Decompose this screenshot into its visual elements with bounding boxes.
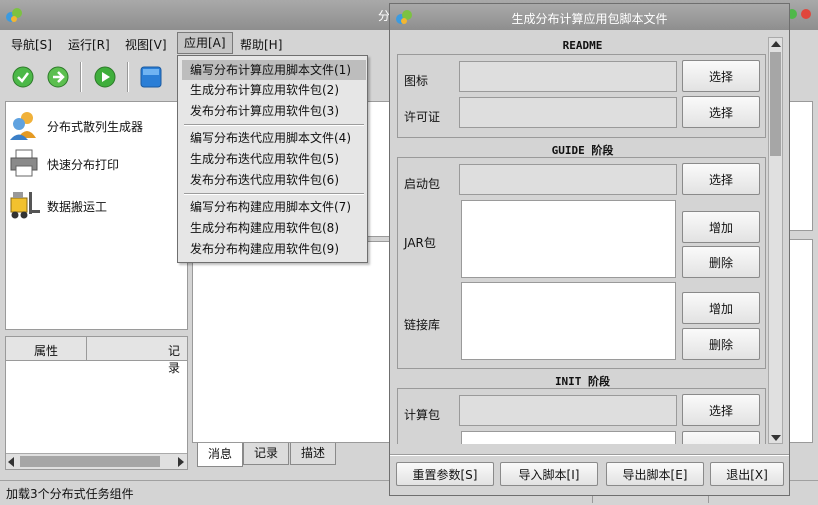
play-icon[interactable] (94, 66, 116, 88)
properties-table: 属性 记录 (5, 336, 188, 470)
tab-records[interactable]: 记录 (243, 443, 289, 465)
menu-separator (184, 193, 364, 195)
menu-run[interactable]: 运行[R] (68, 36, 110, 53)
boot-field[interactable] (459, 164, 677, 195)
init-panel: 计算包 选择 (397, 388, 766, 444)
menu-item-write-iter-script[interactable]: 编写分布迭代应用脚本文件(4) (182, 128, 366, 148)
column-header-record[interactable]: 记录 (168, 342, 187, 376)
close-icon[interactable] (801, 9, 811, 19)
script-dialog: 生成分布计算应用包脚本文件 README 图标 选择 许可证 选择 GUIDE … (389, 3, 790, 496)
lib-delete-button[interactable]: 删除 (682, 328, 760, 360)
app-logo-icon (6, 7, 22, 23)
menu-item-build-calc-package[interactable]: 生成分布计算应用软件包(2) (182, 80, 366, 100)
menu-separator (184, 124, 364, 126)
column-header-property[interactable]: 属性 (34, 342, 58, 359)
readme-panel: 图标 选择 许可证 选择 (397, 54, 766, 138)
license-select-button[interactable]: 选择 (682, 96, 760, 128)
menu-item-build-build-package[interactable]: 生成分布构建应用软件包(8) (182, 218, 366, 238)
boot-label: 启动包 (404, 177, 441, 191)
dialog-title-bar[interactable]: 生成分布计算应用包脚本文件 (390, 4, 789, 30)
import-script-button[interactable]: 导入脚本[I] (500, 462, 598, 486)
users-icon (9, 110, 39, 140)
menu-help[interactable]: 帮助[H] (240, 36, 282, 53)
table-header: 属性 记录 (6, 337, 187, 375)
menu-navigate[interactable]: 导航[S] (11, 36, 52, 53)
menu-item-write-build-script[interactable]: 编写分布构建应用脚本文件(7) (182, 197, 366, 217)
jar-label: JAR包 (404, 236, 436, 250)
lib-list[interactable] (461, 282, 676, 360)
dialog-title: 生成分布计算应用包脚本文件 (511, 12, 668, 26)
scroll-down-icon[interactable] (771, 435, 781, 441)
toolbar-separator (80, 62, 82, 92)
calc-label: 计算包 (404, 408, 441, 422)
status-text: 加载3个分布式任务组件 (6, 487, 134, 501)
forward-icon[interactable] (47, 66, 69, 88)
jar-list[interactable] (461, 200, 676, 278)
tree-item-label: 数据搬运工 (47, 200, 108, 214)
menu-item-publish-build-package[interactable]: 发布分布构建应用软件包(9) (182, 239, 366, 259)
check-icon[interactable] (12, 66, 34, 88)
forklift-icon (9, 188, 41, 220)
jar-delete-button[interactable]: 删除 (682, 246, 760, 278)
menu-item-build-iter-package[interactable]: 生成分布迭代应用软件包(5) (182, 149, 366, 169)
calc-select-button[interactable]: 选择 (682, 394, 760, 426)
horizontal-scrollbar[interactable] (6, 453, 187, 469)
init-list[interactable] (461, 431, 676, 444)
icon-label: 图标 (404, 74, 429, 88)
menu-item-publish-calc-package[interactable]: 发布分布计算应用软件包(3) (182, 101, 366, 121)
tree-item[interactable]: 快速分布打印 (9, 146, 184, 178)
right-panel-bottom (788, 239, 813, 443)
scroll-thumb[interactable] (20, 456, 160, 467)
tab-description[interactable]: 描述 (290, 443, 336, 465)
menu-view[interactable]: 视图[V] (125, 36, 167, 53)
menu-item-write-calc-script[interactable]: 编写分布计算应用脚本文件(1) (182, 60, 366, 80)
message-area (192, 241, 390, 443)
lib-add-button[interactable]: 增加 (682, 292, 760, 324)
license-label: 许可证 (404, 110, 441, 124)
init-list-button[interactable] (682, 431, 760, 444)
component-tree: 分布式散列生成器 快速分布打印 数据搬运工 (5, 101, 188, 330)
printer-icon (9, 148, 39, 178)
guide-header: GUIDE 阶段 (551, 144, 614, 157)
tree-item[interactable]: 数据搬运工 (9, 186, 184, 220)
dialog-vertical-scrollbar[interactable] (768, 37, 783, 444)
tab-messages[interactable]: 消息 (197, 443, 243, 467)
init-header: INIT 阶段 (554, 375, 611, 388)
reset-params-button[interactable]: 重置参数[S] (396, 462, 494, 486)
icon-field[interactable] (459, 61, 677, 92)
readme-header: README (562, 39, 603, 52)
tree-item-label: 快速分布打印 (47, 158, 120, 172)
icon-select-button[interactable]: 选择 (682, 60, 760, 92)
dialog-button-divider (390, 454, 789, 456)
guide-panel: 启动包 选择 JAR包 增加 删除 链接库 增加 删除 (397, 157, 766, 369)
window-icon[interactable] (140, 66, 162, 88)
boot-select-button[interactable]: 选择 (682, 163, 760, 195)
exit-button[interactable]: 退出[X] (710, 462, 784, 486)
menu-item-publish-iter-package[interactable]: 发布分布迭代应用软件包(6) (182, 170, 366, 190)
scroll-left-icon[interactable] (8, 457, 14, 467)
scroll-up-icon[interactable] (771, 41, 781, 47)
toolbar-separator (127, 62, 129, 92)
scroll-thumb[interactable] (770, 52, 781, 156)
app-dropdown-menu: 编写分布计算应用脚本文件(1) 生成分布计算应用软件包(2) 发布分布计算应用软… (177, 55, 368, 263)
scroll-right-icon[interactable] (178, 457, 184, 467)
jar-add-button[interactable]: 增加 (682, 211, 760, 243)
right-panel-top (788, 101, 813, 231)
calc-field[interactable] (459, 395, 677, 426)
export-script-button[interactable]: 导出脚本[E] (606, 462, 704, 486)
license-field[interactable] (459, 97, 677, 128)
tree-item[interactable]: 分布式散列生成器 (9, 108, 184, 140)
dialog-scroll-area: README 图标 选择 许可证 选择 GUIDE 阶段 启动包 选择 JAR包… (394, 36, 771, 444)
tree-item-label: 分布式散列生成器 (47, 120, 144, 134)
column-divider (86, 337, 87, 361)
menu-app[interactable]: 应用[A] (177, 32, 233, 54)
lib-label: 链接库 (404, 318, 441, 332)
